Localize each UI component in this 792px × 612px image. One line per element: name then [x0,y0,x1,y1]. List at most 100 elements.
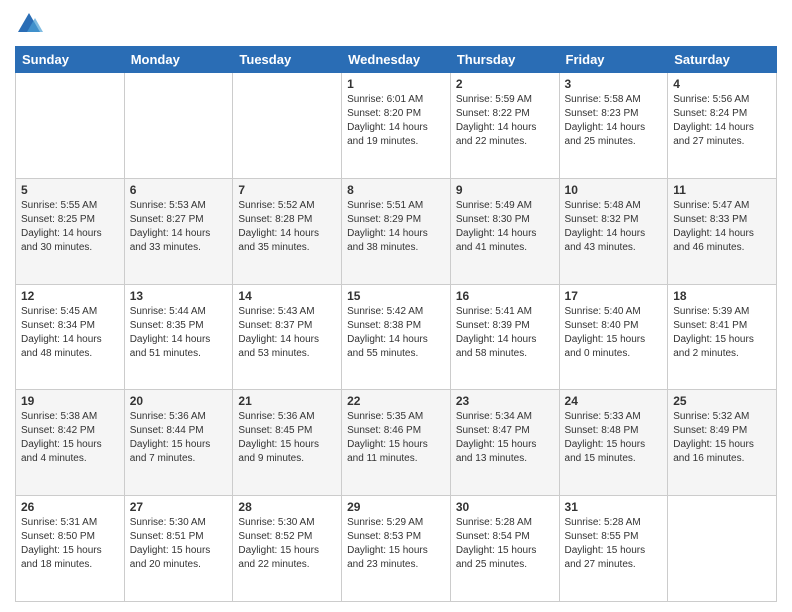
day-info: Sunrise: 5:31 AMSunset: 8:50 PMDaylight:… [21,516,119,572]
calendar-cell: 28Sunrise: 5:30 AMSunset: 8:52 PMDayligh… [233,496,342,602]
day-number: 1 [347,77,445,91]
calendar-cell: 11 Sunrise: 5:47 AMSunset: 8:33 PMDayligh… [668,178,777,284]
calendar-cell: 10 Sunrise: 5:48 AMSunset: 8:32 PMDayligh… [559,178,668,284]
calendar-cell [233,73,342,179]
calendar-cell: 25 Sunrise: 5:32 AMSunset: 8:49 PMDayligh… [668,390,777,496]
weekday-header-row: SundayMondayTuesdayWednesdayThursdayFrid… [16,47,777,73]
day-info: Sunrise: 5:45 AMSunset: 8:34 PMDaylight:… [21,305,119,361]
calendar-cell: 27 Sunrise: 5:30 AMSunset: 8:51 PMDayligh… [124,496,233,602]
day-info: Sunrise: 5:30 AMSunset: 8:51 PMDaylight:… [130,516,228,572]
day-info: Sunrise: 5:36 AMSunset: 8:44 PMDaylight:… [130,410,228,466]
day-info: Sunrise: 5:51 AMSunset: 8:29 PMDaylight:… [347,199,445,255]
day-number: 26 [21,500,119,514]
day-number: 29 [347,500,445,514]
day-info: Sunrise: 5:41 AMSunset: 8:39 PMDaylight:… [456,305,554,361]
day-info: Sunrise: 5:58 AMSunset: 8:23 PMDaylight:… [565,93,663,149]
calendar-cell: 6Sunrise: 5:53 AMSunset: 8:27 PMDaylight… [124,178,233,284]
calendar-cell [124,73,233,179]
weekday-header-wednesday: Wednesday [342,47,451,73]
calendar-cell: 24 Sunrise: 5:33 AMSunset: 8:48 PMDayligh… [559,390,668,496]
day-info: Sunrise: 5:29 AMSunset: 8:53 PMDaylight:… [347,516,445,572]
calendar-cell: 5 Sunrise: 5:55 AMSunset: 8:25 PMDaylight… [16,178,125,284]
day-number: 8 [347,183,445,197]
weekday-header-thursday: Thursday [450,47,559,73]
calendar-cell: 17 Sunrise: 5:40 AMSunset: 8:40 PMDayligh… [559,284,668,390]
day-number: 12 [21,289,119,303]
day-info: Sunrise: 5:30 AMSunset: 8:52 PMDaylight:… [238,516,336,572]
weekday-header-saturday: Saturday [668,47,777,73]
calendar-cell: 7Sunrise: 5:52 AMSunset: 8:28 PMDaylight… [233,178,342,284]
day-info: Sunrise: 5:32 AMSunset: 8:49 PMDaylight:… [673,410,771,466]
calendar-cell: 23Sunrise: 5:34 AMSunset: 8:47 PMDayligh… [450,390,559,496]
calendar-cell: 16 Sunrise: 5:41 AMSunset: 8:39 PMDayligh… [450,284,559,390]
day-info: Sunrise: 5:38 AMSunset: 8:42 PMDaylight:… [21,410,119,466]
day-info: Sunrise: 5:55 AMSunset: 8:25 PMDaylight:… [21,199,119,255]
day-info: Sunrise: 5:59 AMSunset: 8:22 PMDaylight:… [456,93,554,149]
day-number: 10 [565,183,663,197]
header [15,10,777,38]
weekday-header-monday: Monday [124,47,233,73]
day-number: 21 [238,394,336,408]
day-info: Sunrise: 5:48 AMSunset: 8:32 PMDaylight:… [565,199,663,255]
day-info: Sunrise: 5:44 AMSunset: 8:35 PMDaylight:… [130,305,228,361]
calendar-cell: 29 Sunrise: 5:29 AMSunset: 8:53 PMDayligh… [342,496,451,602]
page: SundayMondayTuesdayWednesdayThursdayFrid… [0,0,792,612]
day-info: Sunrise: 5:28 AMSunset: 8:54 PMDaylight:… [456,516,554,572]
weekday-header-sunday: Sunday [16,47,125,73]
day-number: 15 [347,289,445,303]
calendar-cell [16,73,125,179]
day-number: 3 [565,77,663,91]
day-info: Sunrise: 5:47 AMSunset: 8:33 PMDaylight:… [673,199,771,255]
calendar-cell: 12 Sunrise: 5:45 AMSunset: 8:34 PMDayligh… [16,284,125,390]
day-number: 2 [456,77,554,91]
day-info: Sunrise: 5:39 AMSunset: 8:41 PMDaylight:… [673,305,771,361]
day-number: 20 [130,394,228,408]
calendar-cell: 30 Sunrise: 5:28 AMSunset: 8:54 PMDayligh… [450,496,559,602]
day-number: 19 [21,394,119,408]
calendar-cell: 15 Sunrise: 5:42 AMSunset: 8:38 PMDayligh… [342,284,451,390]
day-info: Sunrise: 5:53 AMSunset: 8:27 PMDaylight:… [130,199,228,255]
day-info: Sunrise: 5:35 AMSunset: 8:46 PMDaylight:… [347,410,445,466]
day-number: 27 [130,500,228,514]
day-info: Sunrise: 5:42 AMSunset: 8:38 PMDaylight:… [347,305,445,361]
calendar-week-row: 19 Sunrise: 5:38 AMSunset: 8:42 PMDayligh… [16,390,777,496]
calendar-cell: 1Sunrise: 6:01 AMSunset: 8:20 PMDaylight… [342,73,451,179]
calendar-cell: 8 Sunrise: 5:51 AMSunset: 8:29 PMDaylight… [342,178,451,284]
calendar-cell: 31Sunrise: 5:28 AMSunset: 8:55 PMDayligh… [559,496,668,602]
logo-icon [15,10,43,38]
day-number: 13 [130,289,228,303]
calendar-week-row: 1Sunrise: 6:01 AMSunset: 8:20 PMDaylight… [16,73,777,179]
day-info: Sunrise: 5:33 AMSunset: 8:48 PMDaylight:… [565,410,663,466]
day-number: 30 [456,500,554,514]
day-number: 25 [673,394,771,408]
day-number: 5 [21,183,119,197]
calendar-cell: 3 Sunrise: 5:58 AMSunset: 8:23 PMDaylight… [559,73,668,179]
day-number: 16 [456,289,554,303]
calendar-cell: 14Sunrise: 5:43 AMSunset: 8:37 PMDayligh… [233,284,342,390]
day-number: 31 [565,500,663,514]
day-number: 14 [238,289,336,303]
calendar-cell: 22Sunrise: 5:35 AMSunset: 8:46 PMDayligh… [342,390,451,496]
day-number: 18 [673,289,771,303]
calendar-week-row: 26 Sunrise: 5:31 AMSunset: 8:50 PMDayligh… [16,496,777,602]
calendar-cell: 21 Sunrise: 5:36 AMSunset: 8:45 PMDayligh… [233,390,342,496]
day-info: Sunrise: 5:49 AMSunset: 8:30 PMDaylight:… [456,199,554,255]
day-number: 9 [456,183,554,197]
day-info: Sunrise: 5:52 AMSunset: 8:28 PMDaylight:… [238,199,336,255]
calendar-week-row: 5 Sunrise: 5:55 AMSunset: 8:25 PMDaylight… [16,178,777,284]
day-number: 4 [673,77,771,91]
weekday-header-tuesday: Tuesday [233,47,342,73]
day-info: Sunrise: 5:56 AMSunset: 8:24 PMDaylight:… [673,93,771,149]
calendar-cell: 13 Sunrise: 5:44 AMSunset: 8:35 PMDayligh… [124,284,233,390]
calendar-cell: 19 Sunrise: 5:38 AMSunset: 8:42 PMDayligh… [16,390,125,496]
day-info: Sunrise: 5:36 AMSunset: 8:45 PMDaylight:… [238,410,336,466]
calendar-cell: 26 Sunrise: 5:31 AMSunset: 8:50 PMDayligh… [16,496,125,602]
calendar-cell [668,496,777,602]
calendar-table: SundayMondayTuesdayWednesdayThursdayFrid… [15,46,777,602]
logo [15,10,47,38]
day-info: Sunrise: 5:40 AMSunset: 8:40 PMDaylight:… [565,305,663,361]
calendar-cell: 2 Sunrise: 5:59 AMSunset: 8:22 PMDaylight… [450,73,559,179]
day-number: 24 [565,394,663,408]
day-number: 11 [673,183,771,197]
day-number: 17 [565,289,663,303]
